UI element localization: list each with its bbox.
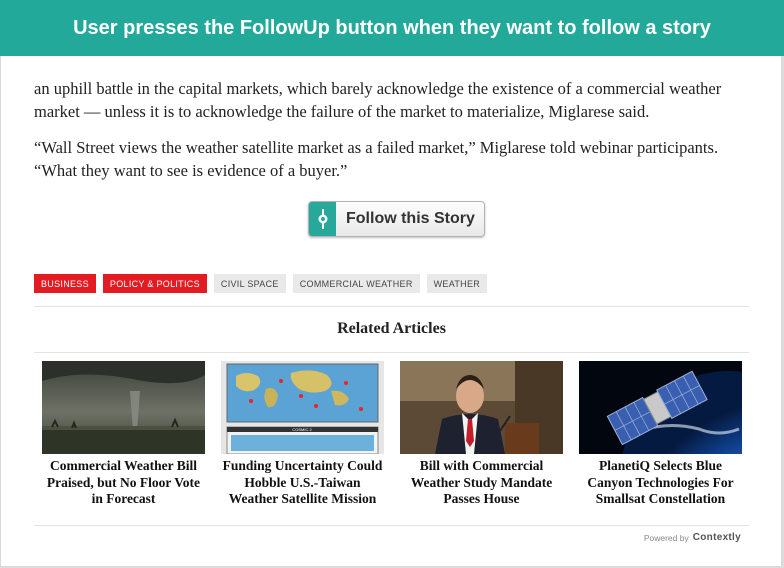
related-article-title: Commercial Weather Bill Praised, but No … bbox=[46, 458, 201, 506]
related-article-card[interactable]: Commercial Weather Bill Praised, but No … bbox=[42, 361, 205, 508]
divider bbox=[34, 306, 749, 307]
tag-civil-space[interactable]: CIVIL SPACE bbox=[213, 274, 286, 293]
related-article-title: PlanetiQ Selects Blue Canyon Technologie… bbox=[587, 458, 734, 506]
related-articles-heading: Related Articles bbox=[337, 320, 446, 337]
related-article-card[interactable]: PlanetiQ Selects Blue Canyon Technologie… bbox=[579, 361, 742, 508]
powered-by-link[interactable]: Powered by Contextly bbox=[644, 532, 741, 543]
banner-text: User presses the FollowUp button when th… bbox=[73, 16, 711, 39]
followup-icon bbox=[309, 202, 336, 236]
article-paragraph: “Wall Street views the weather satellite… bbox=[34, 138, 719, 180]
article-paragraph: an uphill battle in the capital markets,… bbox=[34, 79, 722, 121]
related-article-title: Bill with Commercial Weather Study Manda… bbox=[410, 458, 553, 506]
contextly-logo: Contextly bbox=[692, 532, 741, 543]
related-article-card[interactable]: Bill with Commercial Weather Study Manda… bbox=[400, 361, 563, 508]
satellite-map-figure: COSMIC 2 bbox=[221, 361, 384, 454]
article-panel: an uphill battle in the capital markets,… bbox=[0, 56, 782, 567]
instruction-banner: User presses the FollowUp button when th… bbox=[0, 0, 784, 56]
divider bbox=[34, 525, 749, 526]
figure-caption: COSMIC 2 bbox=[292, 427, 312, 432]
congressman-photo bbox=[400, 361, 563, 454]
smallsat-render bbox=[579, 361, 742, 454]
related-article-card[interactable]: COSMIC 2 Funding Uncertainty Could Hobbl… bbox=[221, 361, 384, 508]
follow-story-button[interactable]: Follow this Story bbox=[308, 201, 485, 237]
follow-button-label: Follow this Story bbox=[346, 210, 475, 227]
related-article-title: Funding Uncertainty Could Hobble U.S.-Ta… bbox=[222, 458, 383, 506]
divider bbox=[34, 352, 749, 353]
tag-commercial-weather[interactable]: COMMERCIAL WEATHER bbox=[292, 274, 420, 293]
tag-weather[interactable]: WEATHER bbox=[426, 274, 488, 293]
tag-list: BUSINESS POLICY & POLITICS CIVIL SPACE C… bbox=[34, 274, 488, 293]
tag-business[interactable]: BUSINESS bbox=[34, 274, 96, 293]
tornado-photo bbox=[42, 361, 205, 454]
tag-policy-politics[interactable]: POLICY & POLITICS bbox=[102, 274, 207, 293]
powered-by-label: Powered by bbox=[643, 532, 689, 543]
